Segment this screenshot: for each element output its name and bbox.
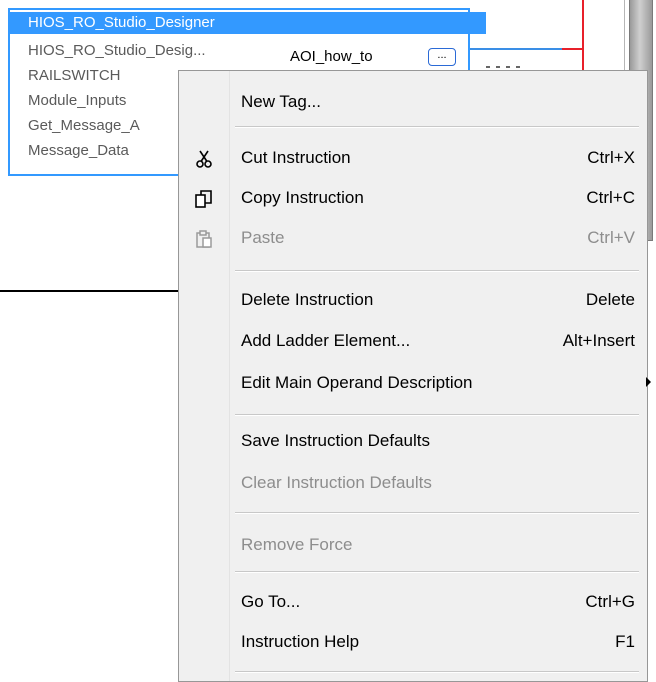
menu-item-instruction-help[interactable]: Instruction Help F1 <box>179 623 647 661</box>
tag-item-selected[interactable]: HIOS_RO_Studio_Designer <box>10 12 486 34</box>
menu-separator <box>235 512 639 514</box>
menu-item-label: Instruction Help <box>241 632 360 651</box>
instruction-output-wire <box>462 48 562 50</box>
menu-item-new-tag[interactable]: New Tag... <box>179 83 647 121</box>
menu-item-label: New Tag... <box>241 92 322 111</box>
ladder-rung-wire <box>0 290 180 292</box>
dashed-connector <box>486 66 526 68</box>
menu-item-label: Remove Force <box>241 535 353 554</box>
menu-item-label: Go To... <box>241 592 301 611</box>
rail-branch-top <box>562 48 584 50</box>
menu-item-shortcut: Delete <box>585 290 635 309</box>
tag-item[interactable]: HIOS_RO_Studio_Desig... <box>10 40 206 62</box>
menu-item-label: Copy Instruction <box>241 188 364 207</box>
menu-item-label: Edit Main Operand Description <box>241 373 473 392</box>
menu-item-shortcut: Ctrl+X <box>587 148 635 167</box>
menu-item-shortcut: Alt+Insert <box>562 331 635 350</box>
menu-item-shortcut: Ctrl+C <box>586 188 635 207</box>
menu-item-shortcut: Ctrl+G <box>585 592 635 611</box>
menu-item-delete-instruction[interactable]: Delete Instruction Delete <box>179 281 647 319</box>
menu-item-go-to[interactable]: Go To... Ctrl+G <box>179 583 647 621</box>
instruction-name-field[interactable]: AOI_how_to <box>290 46 373 68</box>
copy-icon <box>191 179 217 217</box>
menu-item-shortcut: Ctrl+V <box>587 228 635 247</box>
scissors-icon <box>191 139 217 177</box>
menu-item-label: Paste <box>241 228 285 247</box>
menu-item-label: Add Ladder Element... <box>241 331 411 350</box>
tag-item[interactable]: Message_Data <box>10 140 129 162</box>
tag-item[interactable]: RAILSWITCH <box>10 65 121 87</box>
menu-separator <box>235 270 639 272</box>
menu-separator <box>235 671 639 673</box>
menu-separator <box>235 571 639 573</box>
menu-item-label: Cut Instruction <box>241 148 351 167</box>
submenu-arrow-icon <box>646 377 651 387</box>
menu-item-cut-instruction[interactable]: Cut Instruction Ctrl+X <box>179 139 647 177</box>
menu-item-save-instruction-defaults[interactable]: Save Instruction Defaults <box>179 422 647 460</box>
menu-item-edit-main-operand-description[interactable]: Edit Main Operand Description <box>179 364 651 402</box>
menu-item-clear-instruction-defaults[interactable]: Clear Instruction Defaults <box>179 464 647 502</box>
context-menu: New Tag... Cut Instruction Ctrl+X Copy I… <box>178 70 651 682</box>
menu-separator <box>235 126 639 128</box>
tag-item[interactable]: Module_Inputs <box>10 90 126 112</box>
menu-item-shortcut: F1 <box>615 632 635 651</box>
menu-item-label: Delete Instruction <box>241 290 374 309</box>
menu-separator <box>235 414 639 416</box>
menu-item-remove-force[interactable]: Remove Force <box>179 526 647 564</box>
menu-item-label: Save Instruction Defaults <box>241 431 430 450</box>
browse-button[interactable]: ... <box>428 48 456 66</box>
tag-item[interactable]: Get_Message_A <box>10 115 140 137</box>
menu-item-add-ladder-element[interactable]: Add Ladder Element... Alt+Insert <box>179 322 647 360</box>
paste-icon <box>191 219 217 257</box>
menu-item-paste[interactable]: Paste Ctrl+V <box>179 219 647 257</box>
menu-item-label: Clear Instruction Defaults <box>241 473 432 492</box>
menu-item-copy-instruction[interactable]: Copy Instruction Ctrl+C <box>179 179 647 217</box>
